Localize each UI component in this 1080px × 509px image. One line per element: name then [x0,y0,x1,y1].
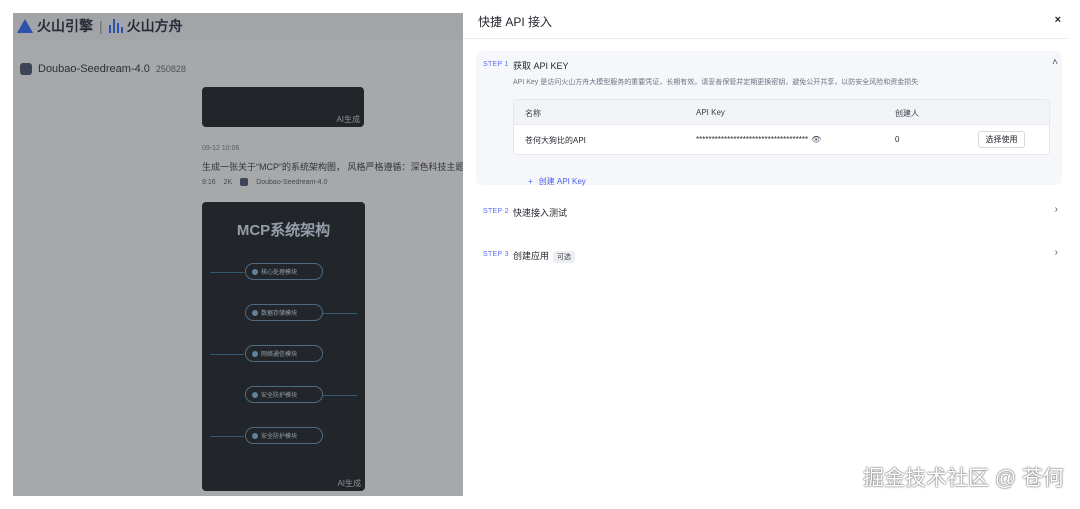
select-use-button[interactable]: 选择使用 [978,131,1025,148]
step-get-api-key: STEP 1 获取 API KEY ˄ API Key 是访问火山方舟大模型服务… [476,51,1062,187]
step-quick-test[interactable]: STEP 2 快速接入测试 › [476,198,1062,228]
create-api-key-label: 创建 API Key [538,177,586,186]
background-page: 火山引擎 | 火山方舟 Doubao-Seedream-4.0 250828 A… [13,13,465,496]
step-label: STEP 1 [483,61,509,68]
step-name: 快速接入测试 [513,208,568,218]
step-description: API Key 是访问火山方舟大模型服务的重要凭证，长期有效。请妥善保管并定期更… [513,79,919,86]
api-key-table: 名称 API Key 创建人 苍何大狗比的API ***************… [513,99,1050,155]
step-label: STEP 2 [483,208,509,215]
api-key-masked: ************************************ 👁 [696,135,822,144]
chevron-up-icon[interactable]: ˄ [1052,57,1058,68]
eye-icon[interactable]: 👁 [811,135,821,144]
step-create-app[interactable]: STEP 3 创建应用 可选 › [476,241,1062,271]
column-header-creator: 创建人 [895,109,919,118]
create-api-key-button[interactable]: + 创建 API Key [528,176,586,187]
column-header-api-key: API Key [696,108,725,117]
plus-icon: + [528,177,533,186]
optional-badge: 可选 [553,251,576,263]
column-header-name: 名称 [525,109,541,118]
watermark: 掘金技术社区 @ 苍何 [863,467,1064,490]
api-key-creator: 0 [895,135,900,144]
step-label: STEP 3 [483,251,509,258]
drawer-header: 快捷 API 接入 × [463,13,1068,39]
chevron-right-icon[interactable]: › [1055,247,1058,258]
table-header: 名称 API Key 创建人 [514,100,1049,125]
step-name: 创建应用 可选 [513,249,576,263]
app-frame: 火山引擎 | 火山方舟 Doubao-Seedream-4.0 250828 A… [13,13,1068,496]
chevron-right-icon[interactable]: › [1055,204,1058,215]
drawer-title: 快捷 API 接入 [478,15,553,29]
quick-api-drawer: 快捷 API 接入 × STEP 1 获取 API KEY ˄ API Key … [463,13,1068,496]
step-name[interactable]: 获取 API KEY [513,59,569,72]
close-icon[interactable]: × [1055,14,1061,26]
modal-overlay[interactable] [13,13,463,496]
api-key-name: 苍何大狗比的API [525,136,586,145]
